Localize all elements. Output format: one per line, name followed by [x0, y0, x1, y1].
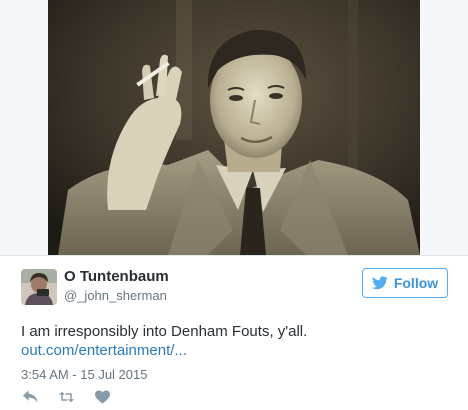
tweet-link[interactable]: out.com/entertainment/...: [21, 342, 187, 359]
avatar-image: [21, 269, 57, 305]
media-container: [0, 0, 468, 255]
follow-label: Follow: [393, 275, 439, 291]
reply-icon: [22, 390, 38, 403]
reply-button[interactable]: [21, 388, 39, 406]
avatar[interactable]: [21, 269, 57, 305]
photo-image: [48, 0, 420, 255]
retweet-button[interactable]: [57, 388, 75, 406]
user-handle[interactable]: @_john_sherman: [64, 288, 167, 303]
follow-button[interactable]: Follow: [362, 268, 448, 298]
like-button[interactable]: [93, 388, 111, 406]
tweet-card: O Tuntenbaum @_john_sherman Follow I am …: [0, 255, 468, 410]
tweet-timestamp[interactable]: 3:54 AM - 15 Jul 2015: [21, 367, 147, 382]
heart-icon: [94, 390, 110, 404]
display-name[interactable]: O Tuntenbaum: [64, 268, 169, 285]
tweet-actions: [21, 388, 111, 406]
twitter-bird-icon: [371, 276, 388, 290]
retweet-icon: [58, 391, 74, 403]
tweet-text: I am irresponsibly into Denham Fouts, y'…: [21, 323, 308, 340]
tweet-photo[interactable]: [48, 0, 420, 255]
